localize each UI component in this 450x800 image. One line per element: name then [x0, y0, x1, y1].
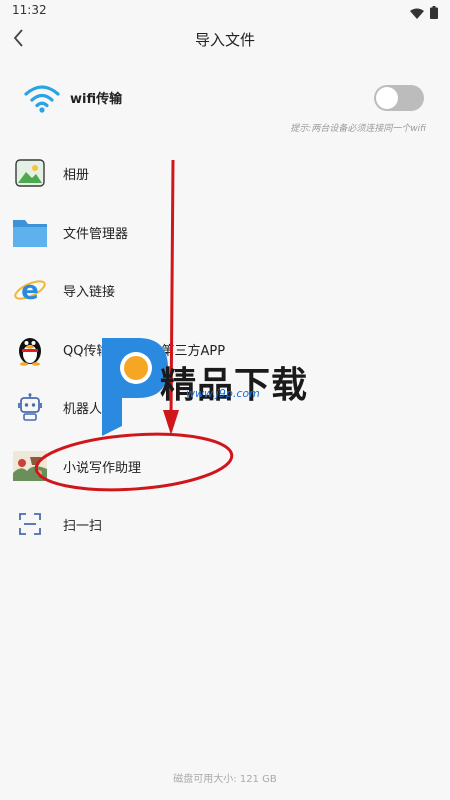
browser-link-icon: e — [12, 272, 48, 308]
list-item-scan[interactable]: 扫一扫 — [0, 501, 450, 547]
list-item-file-manager[interactable]: 文件管理器 — [0, 209, 450, 255]
scan-icon — [12, 506, 48, 542]
photo-album-icon — [12, 155, 48, 191]
wifi-icon — [24, 84, 60, 118]
status-bar: 11:32 — [0, 0, 450, 22]
wifi-transfer-row: wifi传输 — [0, 80, 450, 116]
list-item-qq-transfer[interactable]: QQ传输或者其它第三方APP — [0, 326, 450, 372]
storage-footer: 磁盘可用大小: 121 GB — [173, 774, 277, 785]
header: 导入文件 — [0, 22, 450, 56]
list-item-label: 文件管理器 — [63, 227, 129, 242]
svg-text:e: e — [21, 276, 39, 306]
list-item-label: 扫一扫 — [63, 519, 103, 534]
wifi-transfer-label: wifi传输 — [70, 92, 123, 107]
wifi-icon — [410, 4, 424, 23]
list-item-label: 相册 — [63, 168, 90, 183]
qq-penguin-icon — [12, 331, 48, 367]
novel-assistant-icon — [12, 448, 48, 484]
list-item-robot[interactable]: 机器人 — [0, 384, 450, 430]
list-item-label: QQ传输或者其它第三方APP — [63, 344, 226, 359]
list-item-album[interactable]: 相册 — [0, 150, 450, 196]
page-title: 导入文件 — [194, 31, 255, 49]
status-time: 11:32 — [12, 3, 47, 17]
battery-icon — [430, 4, 438, 23]
list-item-novel-assistant[interactable]: 小说写作助理 — [0, 443, 450, 489]
list-item-import-link[interactable]: e 导入链接 — [0, 267, 450, 313]
list-item-label: 机器人 — [63, 402, 103, 417]
list-item-label: 小说写作助理 — [63, 461, 142, 476]
toggle-knob — [376, 87, 398, 109]
status-icons — [410, 4, 438, 23]
folder-icon — [12, 214, 48, 250]
robot-icon — [12, 389, 48, 425]
list-item-label: 导入链接 — [63, 285, 116, 300]
wifi-transfer-toggle[interactable] — [374, 85, 424, 111]
wifi-hint: 提示:两台设备必须连接同一个wifi — [290, 124, 426, 134]
